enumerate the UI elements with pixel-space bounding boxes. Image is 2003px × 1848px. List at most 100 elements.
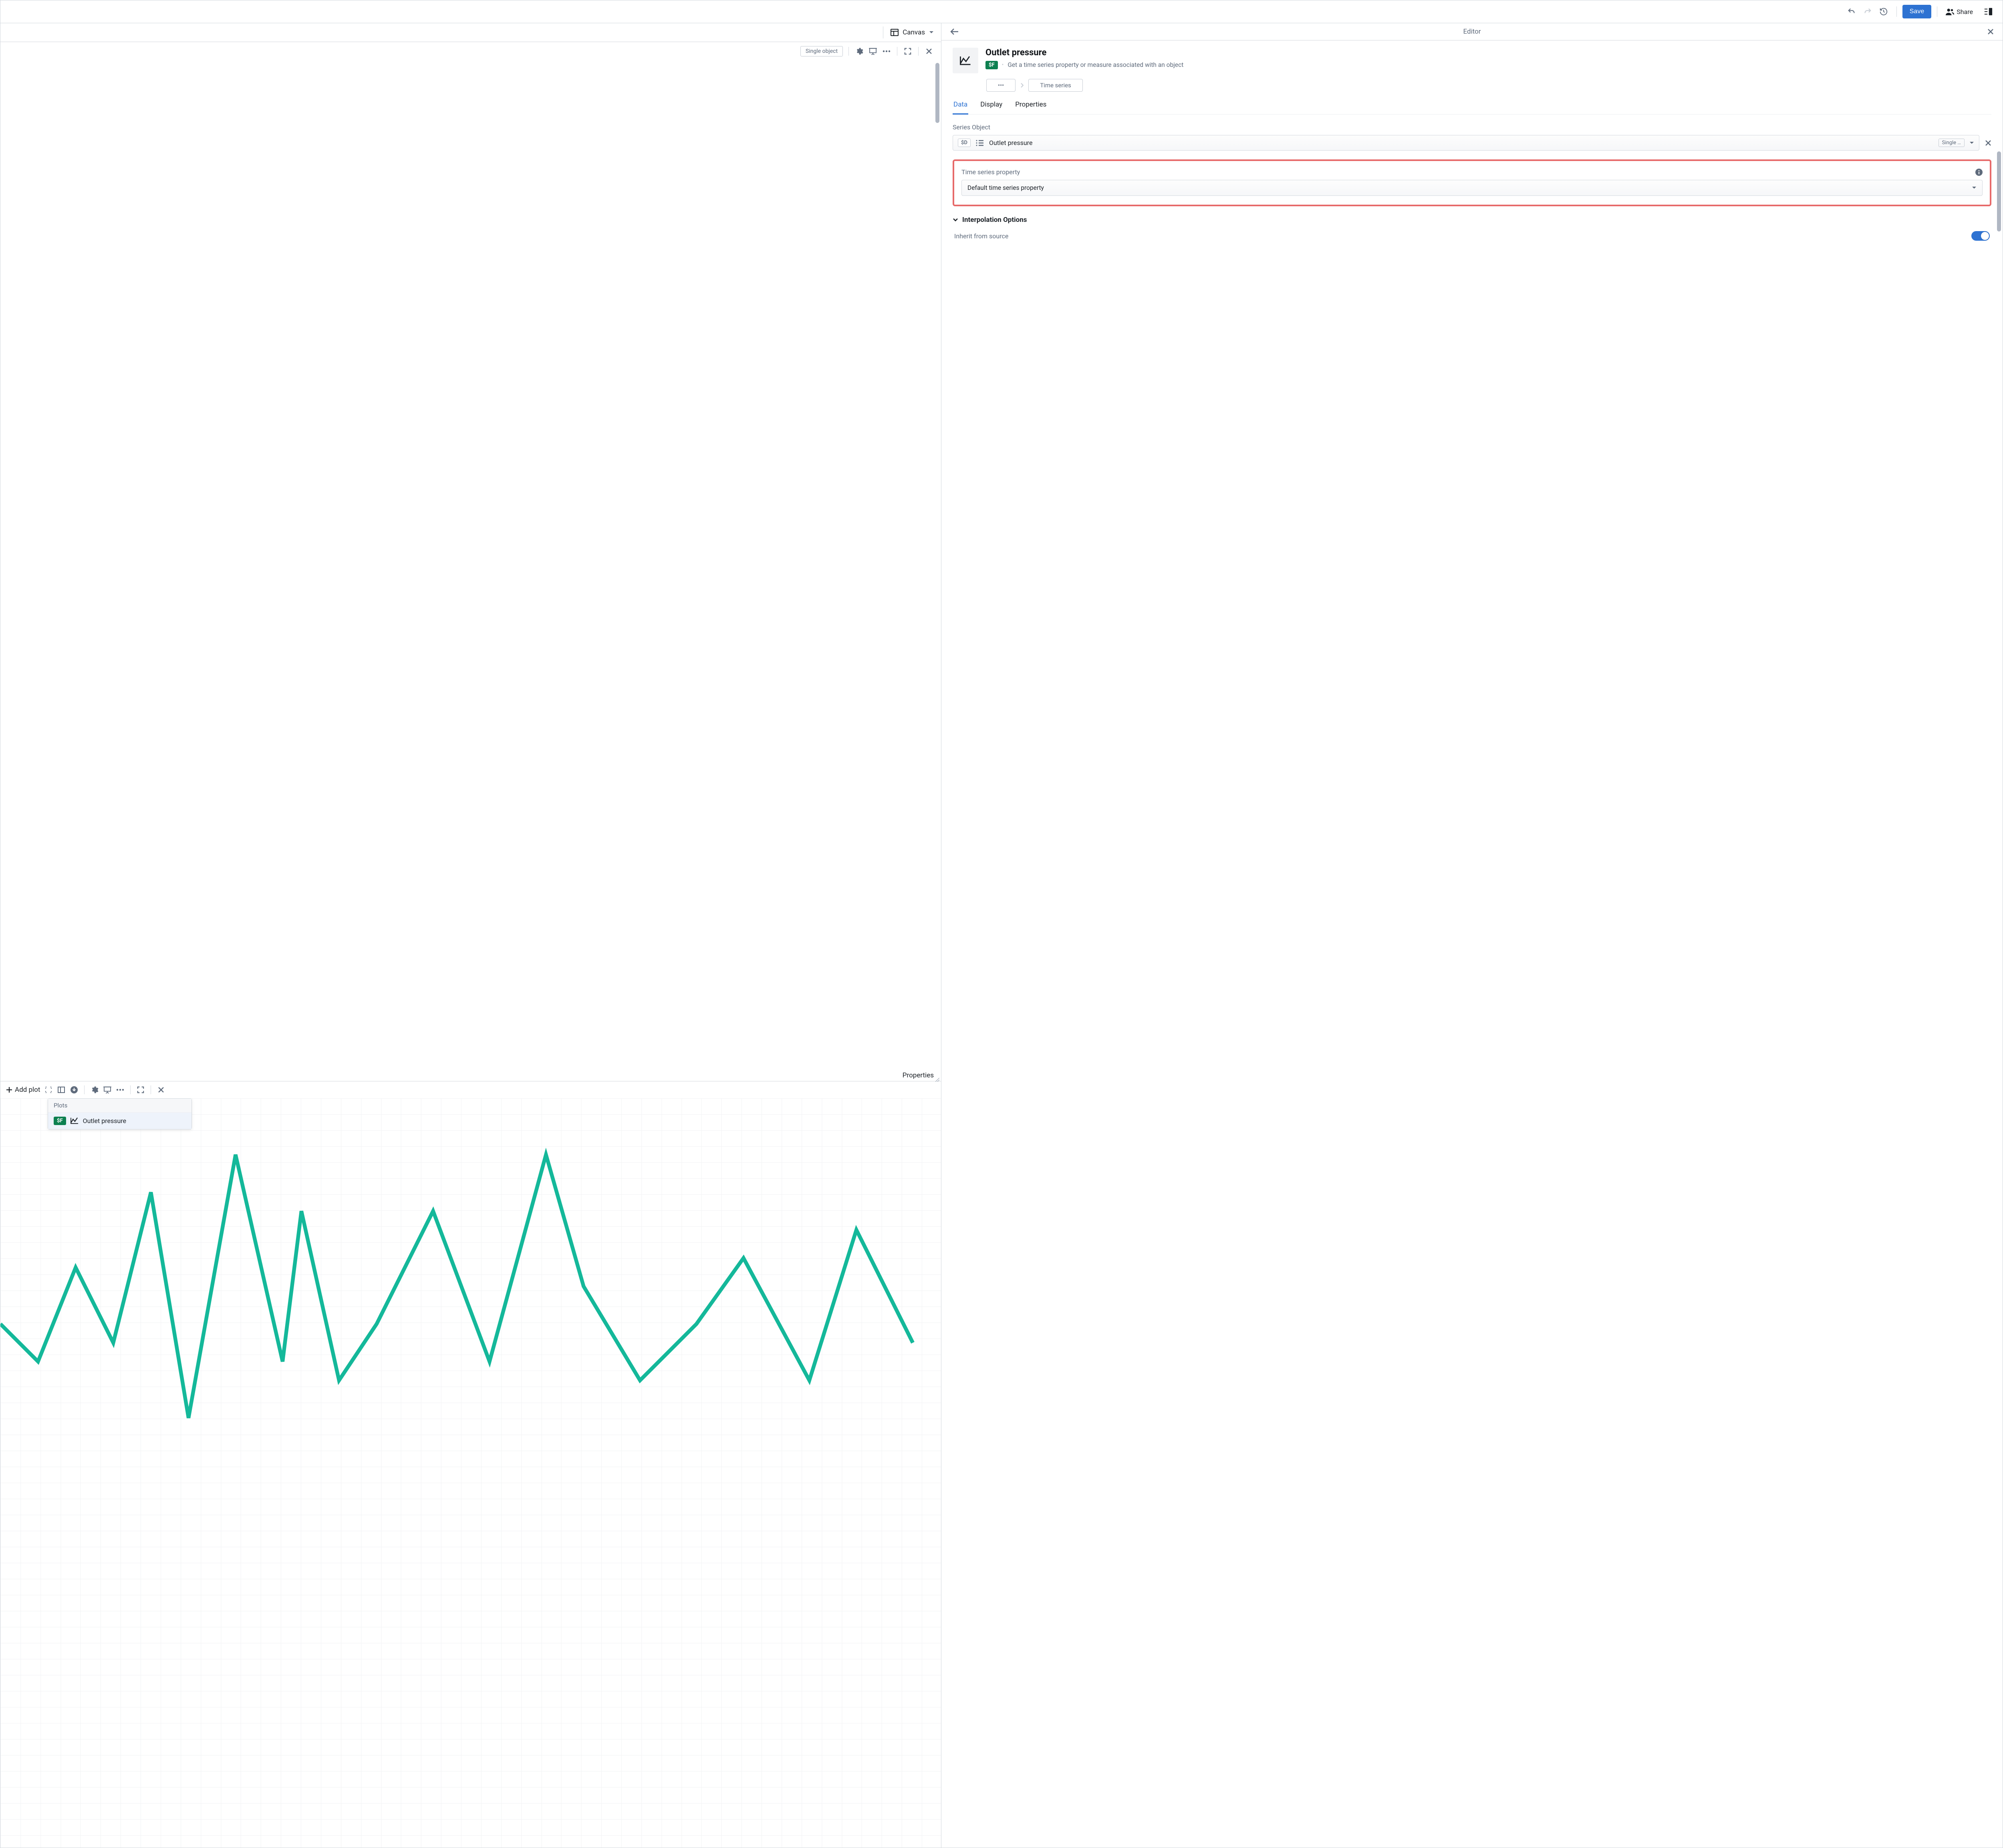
- plot-line-chart: [0, 1098, 941, 1474]
- series-header: Outlet pressure $F • Get a time series p…: [953, 48, 1991, 73]
- canvas-label: Canvas: [903, 28, 925, 36]
- more-icon: [116, 1089, 124, 1091]
- add-plot-button[interactable]: Add plot: [6, 1086, 40, 1094]
- breadcrumb-more[interactable]: •••: [986, 79, 1016, 92]
- remove-series-object-button[interactable]: [1985, 140, 1991, 146]
- caret-down-icon: [929, 31, 934, 34]
- more-button[interactable]: [882, 46, 891, 56]
- expand-button[interactable]: [903, 46, 913, 56]
- tab-properties[interactable]: Properties: [1014, 101, 1047, 114]
- caret-down-icon: [1972, 186, 1977, 189]
- settings-button[interactable]: [854, 46, 864, 56]
- layout-icon: [891, 29, 899, 36]
- plot-item-label: Outlet pressure: [83, 1117, 126, 1125]
- canvas-widget-pane: Single object: [0, 42, 941, 1081]
- series-object-section: Series Object $D Outlet pressure Single …: [953, 123, 1991, 151]
- interpolation-section-toggle[interactable]: Interpolation Options: [953, 216, 1991, 224]
- editor-pane: Editor Outlet pressure $F •: [941, 23, 2003, 1848]
- close-icon: [926, 48, 932, 54]
- panel-icon: [1984, 8, 1993, 16]
- plot-toolbar: Add plot: [0, 1081, 941, 1098]
- editor-tabs: Data Display Properties: [953, 101, 1991, 115]
- undo-icon: [1847, 7, 1856, 16]
- left-pane: Canvas Single object: [0, 23, 941, 1848]
- close-icon: [1987, 28, 1994, 35]
- scrollbar-thumb[interactable]: [1997, 151, 2001, 232]
- people-icon: [1945, 8, 1954, 16]
- widget-toolbar: Single object: [0, 42, 941, 60]
- d-badge: $D: [958, 139, 971, 147]
- redo-icon: [1863, 7, 1872, 16]
- top-toolbar: Save Share: [0, 0, 2003, 23]
- editor-back-button[interactable]: [950, 28, 959, 35]
- plots-popup-item[interactable]: $F Outlet pressure: [48, 1113, 191, 1129]
- plot-expand-button[interactable]: [136, 1085, 145, 1094]
- breadcrumb: ••• Time series: [986, 79, 1991, 92]
- properties-label: Properties: [903, 1071, 934, 1079]
- series-object-selector[interactable]: $D Outlet pressure Single …: [953, 135, 1979, 151]
- presentation-icon: [869, 48, 877, 55]
- tab-display[interactable]: Display: [979, 101, 1003, 114]
- single-object-chip[interactable]: Single object: [800, 46, 843, 56]
- info-icon[interactable]: [1975, 169, 1983, 176]
- series-object-value: Outlet pressure: [989, 139, 1032, 147]
- time-series-property-highlight: Time series property Default time series…: [953, 159, 1991, 206]
- plot-more-button[interactable]: [116, 1085, 125, 1094]
- inherit-label: Inherit from source: [954, 232, 1008, 240]
- history-button[interactable]: [1876, 4, 1891, 19]
- undo-button[interactable]: [1844, 4, 1859, 19]
- share-label: Share: [1957, 8, 1973, 16]
- present-button[interactable]: [868, 46, 878, 56]
- tsp-value: Default time series property: [967, 184, 1044, 191]
- interpolation-header: Interpolation Options: [962, 216, 1027, 224]
- select-icon: [44, 1086, 52, 1094]
- redo-button[interactable]: [1860, 4, 1875, 19]
- expand-icon: [137, 1086, 144, 1093]
- breadcrumb-timeseries[interactable]: Time series: [1028, 79, 1083, 92]
- select-tool-button[interactable]: [44, 1085, 53, 1094]
- share-button[interactable]: Share: [1943, 6, 1975, 17]
- list-icon: [975, 139, 984, 147]
- plot-pane: Add plot: [0, 1081, 941, 1848]
- series-title: Outlet pressure: [985, 48, 1991, 58]
- save-button[interactable]: Save: [1902, 5, 1931, 18]
- close-icon: [158, 1087, 164, 1093]
- plot-close-button[interactable]: [157, 1085, 165, 1094]
- line-chart-icon: [70, 1117, 79, 1124]
- plots-popup: Plots $F Outlet pressure: [48, 1098, 192, 1129]
- series-object-tag: Single …: [1939, 139, 1965, 147]
- panel-toggle-button[interactable]: [1981, 4, 1995, 19]
- split-icon: [58, 1087, 65, 1093]
- tsp-label: Time series property: [961, 168, 1020, 176]
- canvas-dropdown[interactable]: Canvas: [891, 28, 934, 36]
- close-icon: [1985, 140, 1991, 146]
- split-button[interactable]: [57, 1085, 66, 1094]
- plot-present-button[interactable]: [103, 1085, 112, 1094]
- tsp-dropdown[interactable]: Default time series property: [961, 180, 1983, 196]
- series-description: Get a time series property or measure as…: [1008, 61, 1183, 70]
- gear-icon: [855, 47, 863, 55]
- plus-icon: [6, 1087, 12, 1093]
- editor-close-button[interactable]: [1987, 28, 1994, 35]
- gear-icon: [91, 1086, 99, 1094]
- inherit-toggle[interactable]: [1971, 231, 1990, 241]
- series-type-icon-box: [953, 48, 978, 73]
- editor-title: Editor: [1463, 28, 1481, 36]
- expand-icon: [904, 48, 911, 55]
- download-button[interactable]: [70, 1085, 79, 1094]
- tab-data[interactable]: Data: [953, 101, 968, 115]
- properties-divider: Properties: [0, 1067, 941, 1081]
- f-badge: $F: [54, 1117, 66, 1125]
- caret-down-icon: [1969, 141, 1974, 145]
- chevron-right-icon: [1020, 83, 1024, 88]
- separator: [1896, 6, 1897, 17]
- plot-settings-button[interactable]: [90, 1085, 99, 1094]
- close-widget-button[interactable]: [924, 46, 934, 56]
- add-plot-label: Add plot: [15, 1086, 40, 1094]
- arrow-left-icon: [950, 28, 959, 35]
- presentation-icon: [103, 1086, 111, 1093]
- f-badge: $F: [985, 61, 998, 69]
- more-icon: [883, 50, 891, 52]
- plot-area[interactable]: Plots $F Outlet pressure: [0, 1098, 941, 1848]
- scrollbar-thumb[interactable]: [935, 63, 939, 123]
